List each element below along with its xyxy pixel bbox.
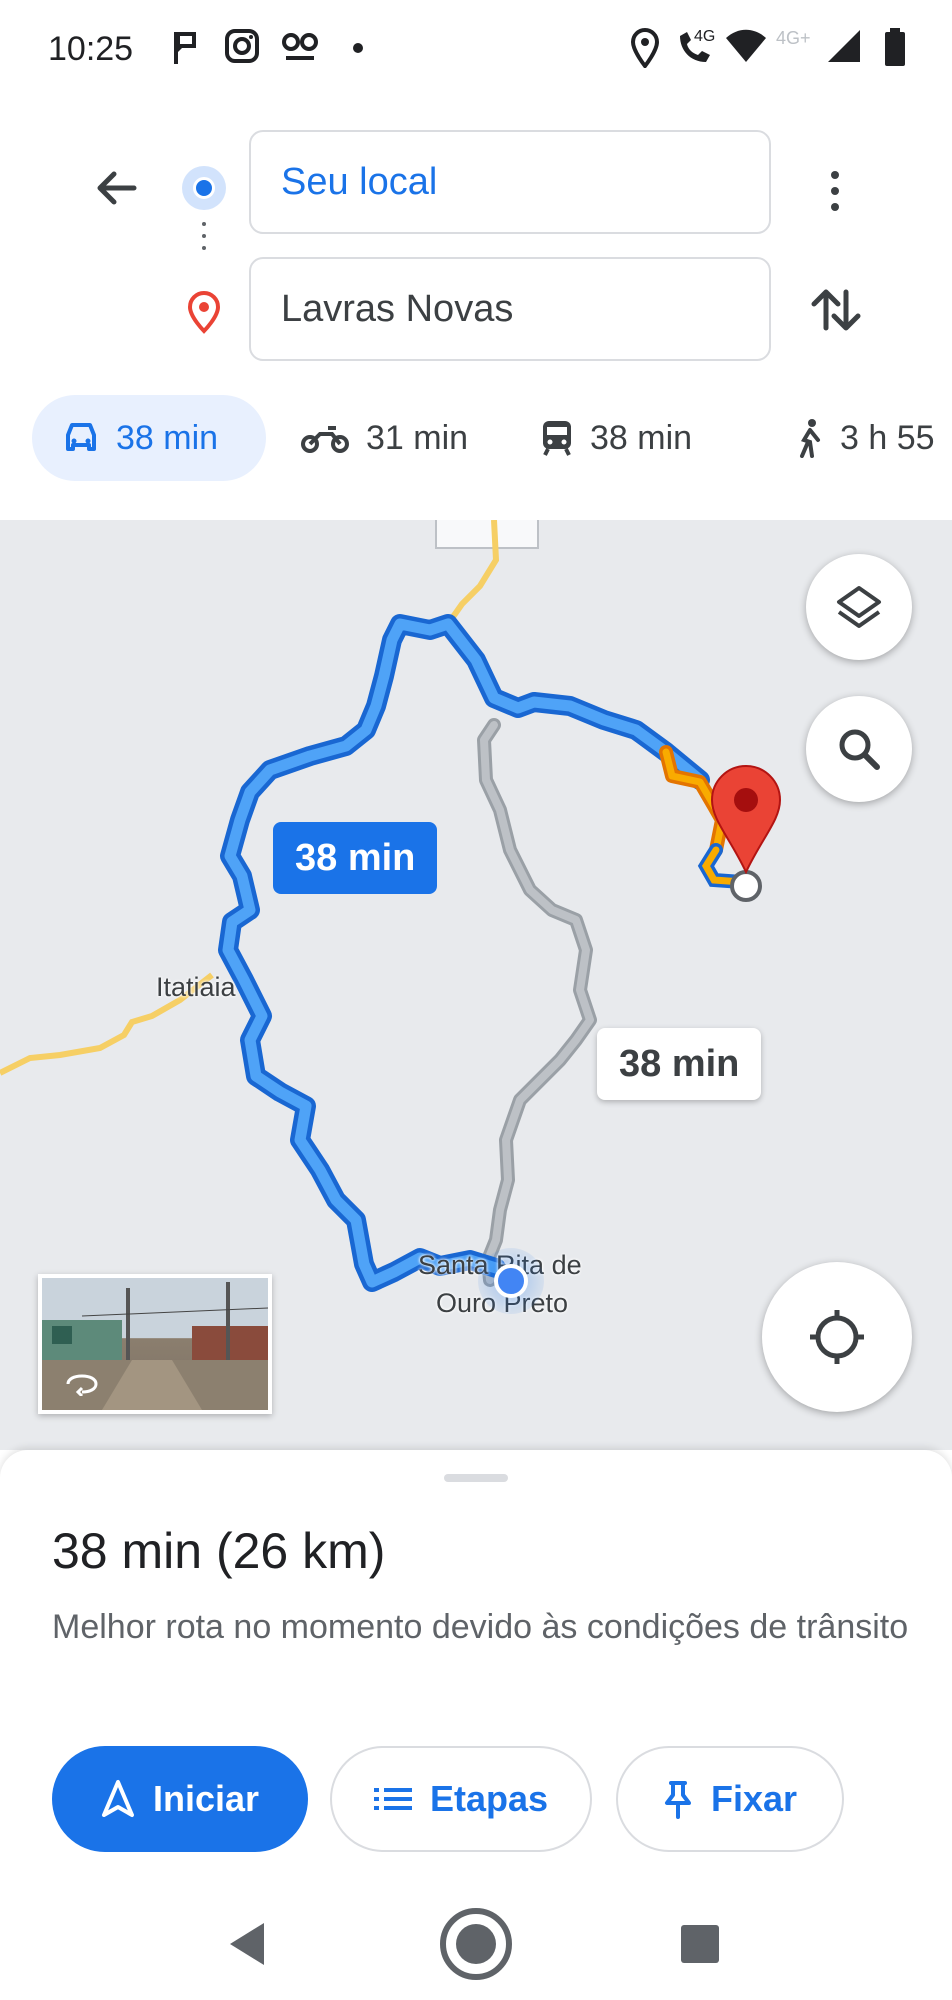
my-location-button[interactable] (762, 1262, 912, 1412)
system-nav-bar (0, 1884, 952, 2000)
home-circle-icon (440, 1908, 512, 1980)
layers-button[interactable] (806, 554, 912, 660)
network-label-4g: 4G (694, 28, 716, 45)
alternative-route-fill (480, 721, 594, 1284)
layers-icon (837, 586, 881, 628)
route-details-sheet: 38 min (26 km) Melhor rota no momento de… (0, 1450, 952, 1884)
primary-route-fill (222, 618, 706, 1288)
route-dots-icon (201, 222, 207, 266)
nav-home-button[interactable] (436, 1904, 516, 1984)
status-bar: 10:25 4G 4G+ (0, 0, 952, 100)
arrow-back-icon (97, 171, 137, 205)
destination-field[interactable]: Lavras Novas (249, 257, 771, 361)
map-label-box (435, 520, 539, 549)
nav-recents-button[interactable] (660, 1904, 740, 1984)
flag-icon (174, 32, 196, 64)
map-label-itatiaia: Itatiaia (156, 972, 236, 1002)
motorcycle-icon (301, 426, 349, 453)
signal-icon (828, 30, 860, 62)
directions-header: Seu local Lavras Novas 38 min 31 min 38 … (0, 100, 952, 520)
start-button-label: Iniciar (152, 1778, 260, 1819)
tab-transit[interactable]: 38 min (540, 395, 692, 481)
instagram-icon (225, 29, 259, 63)
pin-button[interactable]: Fixar (616, 1746, 844, 1852)
pushpin-icon (664, 1781, 691, 1819)
rotate-360-icon (66, 1374, 98, 1396)
search-icon (839, 729, 880, 770)
triangle-back-icon (230, 1923, 264, 1965)
tab-driving[interactable]: 38 min (32, 395, 266, 481)
square-recents-icon (681, 1925, 719, 1963)
sheet-actions: Iniciar Etapas Fixar (0, 1746, 952, 1852)
tab-walking[interactable]: 3 h 55 (796, 395, 935, 481)
route-summary: 38 min (26 km) (52, 1523, 386, 1579)
steps-button-label: Etapas (429, 1778, 549, 1819)
dot-icon (353, 43, 363, 53)
transit-icon (543, 421, 571, 456)
origin-dot-icon (182, 166, 226, 210)
walk-icon (800, 419, 820, 458)
voicemail-icon (282, 33, 318, 60)
network-label-4g-plus: 4G+ (776, 28, 811, 48)
pin-button-label: Fixar (710, 1778, 798, 1819)
user-location-icon (478, 1248, 544, 1314)
nav-back-button[interactable] (206, 1904, 286, 1984)
location-icon (630, 28, 660, 68)
alternative-route-badge[interactable]: 38 min (597, 1028, 762, 1100)
street-view-thumbnail[interactable] (38, 1274, 272, 1414)
destination-pin-icon (187, 290, 221, 334)
route-end-circle-icon (730, 870, 762, 902)
crosshair-icon (810, 1310, 864, 1364)
back-button[interactable] (86, 158, 146, 218)
steps-button[interactable]: Etapas (330, 1746, 592, 1852)
tab-motorcycle[interactable]: 31 min (300, 395, 468, 481)
map-view[interactable]: Itatiaia Santa Rita de Ouro Preto 38 min… (0, 520, 952, 1450)
drag-handle[interactable] (444, 1474, 508, 1482)
primary-route-badge[interactable]: 38 min (273, 822, 438, 894)
travel-mode-tabs: 38 min 31 min 38 min 3 h 55 (0, 390, 952, 490)
more-options-button[interactable] (810, 156, 860, 226)
origin-field[interactable]: Seu local (249, 130, 771, 234)
tab-driving-label: 38 min (116, 418, 219, 457)
status-time: 10:25 (48, 30, 134, 68)
map-search-button[interactable] (806, 696, 912, 802)
start-button[interactable]: Iniciar (52, 1746, 308, 1852)
wifi-icon (726, 29, 766, 62)
navigation-arrow-icon (101, 1780, 134, 1817)
destination-marker-icon[interactable] (710, 765, 782, 875)
tab-transit-label: 38 min (590, 418, 693, 457)
tab-walking-label: 3 h 55 (840, 418, 935, 457)
route-reason: Melhor rota no momento devido às condiçõ… (52, 1608, 909, 1646)
tab-motorcycle-label: 31 min (366, 418, 469, 457)
list-icon (373, 1788, 412, 1810)
swap-icon[interactable] (806, 280, 866, 340)
car-icon (66, 423, 96, 451)
battery-icon (885, 28, 905, 66)
